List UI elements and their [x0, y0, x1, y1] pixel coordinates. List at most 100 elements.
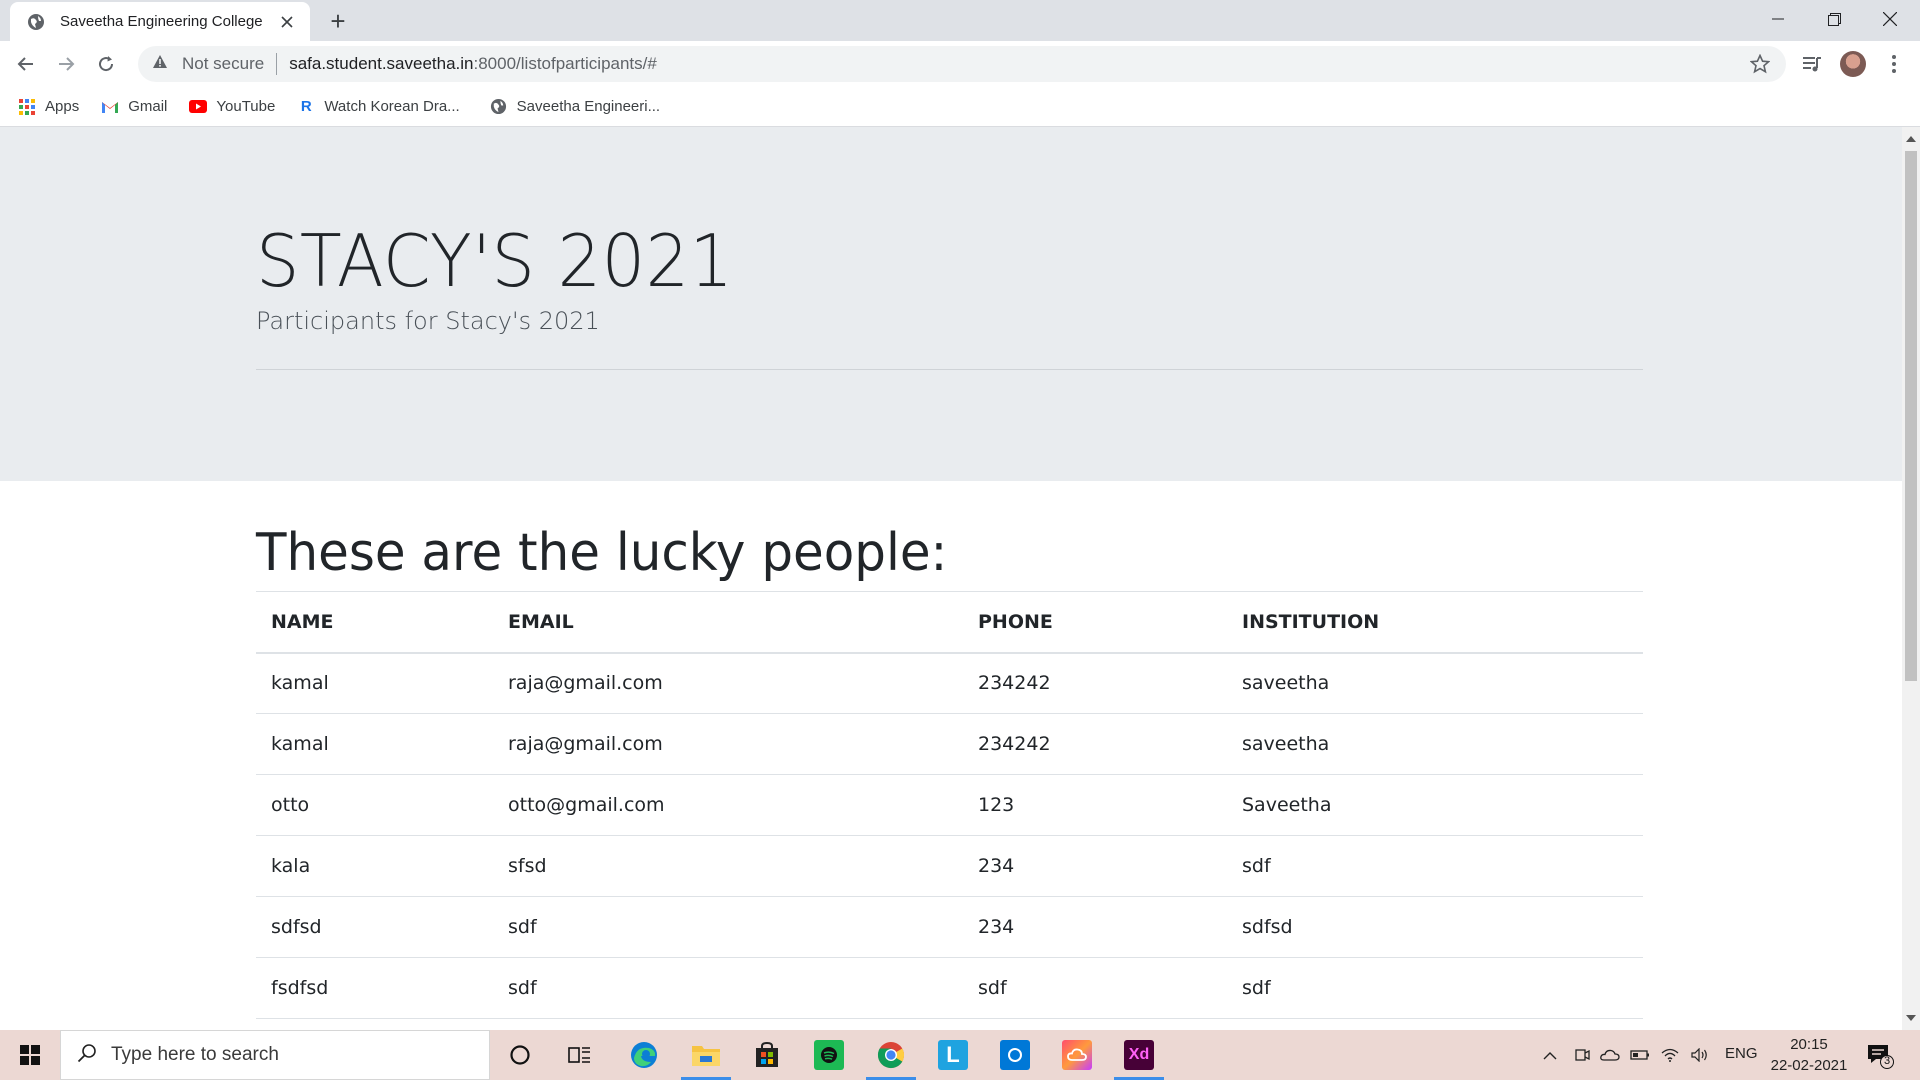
- participants-table: NAME EMAIL PHONE INSTITUTION kamal raja@…: [256, 591, 1643, 1019]
- meet-now-icon[interactable]: [1572, 1045, 1592, 1065]
- search-icon: [77, 1043, 97, 1068]
- table-header-row: NAME EMAIL PHONE INSTITUTION: [256, 591, 1643, 654]
- search-placeholder: Type here to search: [111, 1044, 279, 1065]
- url-path: :8000/listofparticipants/#: [473, 54, 657, 73]
- bookmark-korean-drama[interactable]: R Watch Korean Dra...: [297, 98, 460, 116]
- wifi-icon[interactable]: [1660, 1045, 1680, 1065]
- media-queue-icon[interactable]: [1796, 48, 1828, 80]
- reload-icon[interactable]: [90, 48, 122, 80]
- column-header-institution: INSTITUTION: [1227, 591, 1643, 654]
- l-app-icon[interactable]: L: [928, 1030, 978, 1080]
- scroll-up-icon[interactable]: [1906, 136, 1916, 142]
- task-view-icon[interactable]: [555, 1030, 605, 1080]
- globe-icon: [490, 98, 508, 116]
- system-clock[interactable]: 20:15 22-02-2021: [1766, 1034, 1852, 1076]
- bookmark-youtube[interactable]: YouTube: [189, 98, 275, 116]
- cell-phone: sdf: [963, 957, 1227, 1019]
- cell-name: otto: [256, 774, 493, 836]
- avatar: [1840, 51, 1866, 77]
- security-indicator[interactable]: Not secure: [152, 54, 264, 74]
- cell-phone: 234: [963, 835, 1227, 897]
- language-indicator[interactable]: ENG: [1725, 1045, 1758, 1062]
- action-center-icon[interactable]: 3: [1866, 1042, 1894, 1070]
- minimize-icon[interactable]: [1750, 0, 1806, 38]
- bookmark-gmail[interactable]: Gmail: [101, 98, 167, 116]
- apps-grid-icon: [18, 98, 36, 116]
- cell-name: kamal: [256, 652, 493, 714]
- youtube-icon: [189, 98, 208, 116]
- cell-name: kala: [256, 835, 493, 897]
- adobe-xd-icon[interactable]: Xd: [1114, 1030, 1164, 1080]
- url-text[interactable]: safa.student.saveetha.in:8000/listofpart…: [289, 54, 657, 74]
- cell-institution: saveetha: [1227, 713, 1643, 775]
- cell-email: sdf: [493, 896, 963, 958]
- table-row: kamal raja@gmail.com 234242 saveetha: [256, 652, 1643, 714]
- tab-close-icon[interactable]: [276, 11, 298, 33]
- r-icon: R: [300, 98, 312, 115]
- bookmark-label: Watch Korean Dra...: [324, 98, 460, 115]
- tab-title: Saveetha Engineering College: [60, 13, 263, 30]
- spotify-icon[interactable]: [804, 1030, 854, 1080]
- menu-kebab-icon[interactable]: [1878, 48, 1910, 80]
- browser-tab[interactable]: Saveetha Engineering College: [10, 2, 310, 41]
- new-tab-button[interactable]: +: [324, 6, 352, 36]
- bookmark-star-icon[interactable]: [1748, 52, 1772, 76]
- forward-icon[interactable]: [50, 48, 82, 80]
- scrollbar-thumb[interactable]: [1905, 151, 1917, 681]
- cortana-tile: [1000, 1040, 1030, 1070]
- page-subtitle: Participants for Stacy's 2021: [256, 307, 600, 335]
- microsoft-store-icon[interactable]: [742, 1030, 792, 1080]
- page-scrollbar[interactable]: [1902, 127, 1920, 1030]
- cell-email: otto@gmail.com: [493, 774, 963, 836]
- globe-icon: [26, 12, 46, 32]
- table-row: kala sfsd 234 sdf: [256, 835, 1643, 897]
- file-explorer-icon[interactable]: [681, 1030, 731, 1080]
- creative-cloud-icon[interactable]: [1052, 1030, 1102, 1080]
- cell-institution: sdf: [1227, 835, 1643, 897]
- windows-taskbar: Type here to search L Xd ENG 20:15 22-02…: [0, 1030, 1920, 1080]
- cell-institution: sdfsd: [1227, 896, 1643, 958]
- restore-icon[interactable]: [1806, 0, 1862, 38]
- cell-phone: 234242: [963, 713, 1227, 775]
- cell-name: fsdfsd: [256, 957, 493, 1019]
- taskbar-search-input[interactable]: Type here to search: [60, 1030, 490, 1080]
- creative-cloud-tile: [1062, 1040, 1092, 1070]
- volume-icon[interactable]: [1690, 1045, 1710, 1065]
- scroll-down-icon[interactable]: [1906, 1015, 1916, 1021]
- security-label: Not secure: [182, 54, 265, 73]
- windows-start-icon[interactable]: [0, 1030, 60, 1080]
- clock-time: 20:15: [1790, 1036, 1828, 1053]
- bookmark-apps[interactable]: Apps: [18, 98, 79, 116]
- spotify-tile: [814, 1040, 844, 1070]
- table-row: kamal raja@gmail.com 234242 saveetha: [256, 713, 1643, 775]
- onedrive-icon[interactable]: [1600, 1045, 1620, 1065]
- back-icon[interactable]: [10, 48, 42, 80]
- cell-email: sdf: [493, 957, 963, 1019]
- l-app-tile: L: [938, 1040, 968, 1070]
- section-heading: These are the lucky people:: [256, 523, 948, 583]
- url-host: safa.student.saveetha.in: [289, 54, 474, 73]
- chevron-up-icon[interactable]: [1540, 1045, 1560, 1065]
- table-row: otto otto@gmail.com 123 Saveetha: [256, 774, 1643, 836]
- bookmark-saveetha[interactable]: Saveetha Engineeri...: [490, 98, 660, 116]
- cell-name: kamal: [256, 713, 493, 775]
- profile-avatar[interactable]: [1837, 48, 1869, 80]
- bookmark-label: Gmail: [128, 98, 168, 115]
- battery-icon[interactable]: [1630, 1045, 1650, 1065]
- browser-tab-strip: Saveetha Engineering College +: [0, 0, 1920, 41]
- omnibox-divider: [276, 53, 278, 75]
- chrome-icon[interactable]: [866, 1030, 916, 1080]
- edge-browser-icon[interactable]: [619, 1030, 669, 1080]
- address-bar[interactable]: Not secure safa.student.saveetha.in:8000…: [138, 46, 1786, 82]
- bookmark-label: Saveetha Engineeri...: [516, 98, 661, 115]
- table-row: fsdfsd sdf sdf sdf: [256, 957, 1643, 1019]
- bookmark-label: Apps: [45, 98, 80, 115]
- cortana-icon[interactable]: [495, 1030, 545, 1080]
- cell-institution: Saveetha: [1227, 774, 1643, 836]
- column-header-email: EMAIL: [493, 591, 963, 654]
- bookmark-label: YouTube: [216, 98, 276, 115]
- close-window-icon[interactable]: [1862, 0, 1918, 38]
- cortana-app-icon[interactable]: [990, 1030, 1040, 1080]
- jumbotron: STACY'S 2021 Participants for Stacy's 20…: [0, 127, 1902, 481]
- cell-institution: saveetha: [1227, 652, 1643, 714]
